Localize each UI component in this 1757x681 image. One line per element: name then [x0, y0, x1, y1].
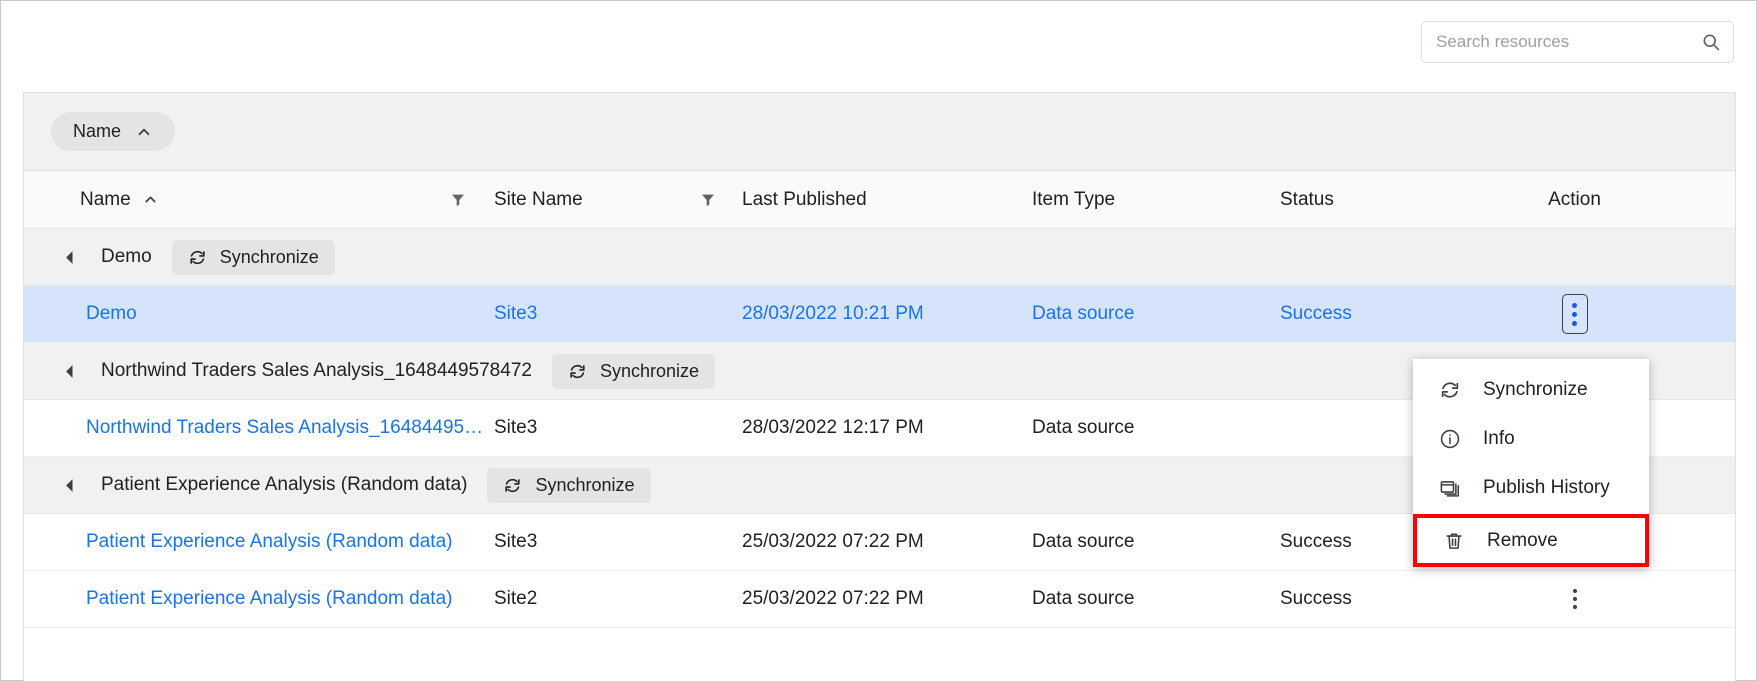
refresh-icon: [505, 478, 521, 492]
column-header-last-published[interactable]: Last Published: [742, 171, 1032, 228]
trash-icon: [1446, 532, 1462, 549]
column-header-action: Action: [1472, 171, 1677, 228]
cell-name[interactable]: Northwind Traders Sales Analysis_1648449…: [24, 400, 494, 456]
windows-stack-icon: [1440, 480, 1460, 497]
search-box[interactable]: [1421, 21, 1734, 63]
column-header-site-name[interactable]: Site Name: [494, 171, 742, 228]
cell-last-published: 25/03/2022 07:22 PM: [742, 531, 924, 552]
filter-icon-name[interactable]: [450, 192, 466, 208]
column-header-action-label: Action: [1548, 188, 1601, 210]
menu-item-label: Remove: [1487, 529, 1558, 551]
menu-item-publish-history[interactable]: Publish History: [1413, 463, 1649, 512]
menu-item-label: Synchronize: [1483, 378, 1588, 400]
cell-last-published: 25/03/2022 07:22 PM: [742, 588, 924, 609]
synchronize-button[interactable]: Synchronize: [487, 467, 651, 503]
column-header-status[interactable]: Status: [1280, 171, 1472, 228]
search-icon[interactable]: [1701, 32, 1721, 52]
synchronize-button-label: Synchronize: [599, 360, 700, 381]
group-row[interactable]: Demo Synchronize: [24, 229, 1735, 286]
cell-action: [1472, 286, 1677, 342]
synchronize-button-label: Synchronize: [535, 474, 635, 495]
menu-item-label: Info: [1483, 427, 1515, 449]
grid-header-row: Name Site Name Last Published Item Type …: [24, 171, 1735, 229]
kebab-dot: [1572, 311, 1577, 317]
synchronize-button-label: Synchronize: [219, 246, 319, 267]
group-by-chip-label: Name: [73, 121, 122, 141]
cell-action: [1472, 571, 1677, 627]
column-header-status-label: Status: [1280, 188, 1334, 210]
cell-site-name: Site3: [494, 531, 538, 552]
kebab-dot: [1572, 597, 1577, 601]
column-header-item-type[interactable]: Item Type: [1032, 171, 1280, 228]
chevron-up-icon[interactable]: [135, 123, 153, 141]
cell-site-name: Site3: [494, 303, 538, 324]
kebab-dot: [1572, 302, 1577, 308]
cell-status: Success: [1280, 588, 1352, 609]
cell-last-published: 28/03/2022 12:17 PM: [742, 417, 924, 438]
cell-item-type: Data source: [1032, 417, 1135, 438]
column-header-name[interactable]: Name: [24, 171, 494, 228]
cell-site-name: Site2: [494, 588, 538, 609]
column-header-site-name-label: Site Name: [494, 188, 583, 210]
cell-status: Success: [1280, 303, 1352, 324]
table-row[interactable]: Patient Experience Analysis (Random data…: [24, 571, 1735, 628]
group-by-bar: Name: [24, 93, 1735, 171]
group-by-chip-name[interactable]: Name: [51, 112, 176, 151]
cell-name[interactable]: Demo: [24, 286, 494, 342]
refresh-icon: [190, 250, 205, 264]
cell-name[interactable]: Patient Experience Analysis (Random data…: [24, 571, 494, 627]
search-input[interactable]: [1436, 32, 1701, 52]
table-row[interactable]: Demo Site3 28/03/2022 10:21 PM Data sour…: [24, 286, 1735, 343]
cell-item-type: Data source: [1032, 531, 1135, 552]
synchronize-button[interactable]: Synchronize: [551, 353, 716, 389]
row-actions-menu-button[interactable]: [1561, 294, 1588, 334]
collapse-triangle-icon[interactable]: [66, 478, 79, 492]
info-circle-icon: [1440, 429, 1460, 448]
kebab-dot: [1572, 589, 1577, 593]
group-title: Patient Experience Analysis (Random data…: [101, 474, 468, 495]
cell-item-type: Data source: [1032, 303, 1135, 324]
refresh-icon: [570, 364, 585, 378]
cell-name[interactable]: Patient Experience Analysis (Random data…: [24, 514, 494, 570]
cell-item-type: Data source: [1032, 588, 1135, 609]
synchronize-button[interactable]: Synchronize: [171, 239, 335, 275]
group-title: Northwind Traders Sales Analysis_1648449…: [101, 360, 532, 381]
refresh-icon: [1441, 381, 1459, 398]
column-header-name-label: Name: [80, 188, 131, 210]
cell-last-published: 28/03/2022 10:21 PM: [742, 303, 924, 324]
menu-item-synchronize[interactable]: Synchronize: [1413, 365, 1649, 414]
kebab-dot: [1572, 605, 1577, 609]
sort-ascending-icon[interactable]: [142, 191, 159, 208]
cell-site-name: Site3: [494, 417, 538, 438]
row-context-menu: Synchronize Info Publish History Remove: [1413, 359, 1649, 567]
column-header-last-published-label: Last Published: [742, 188, 867, 210]
row-actions-menu-button[interactable]: [1562, 579, 1588, 619]
menu-item-label: Publish History: [1483, 476, 1610, 498]
group-title: Demo: [101, 246, 152, 267]
app-window: Name Name: [0, 0, 1757, 681]
collapse-triangle-icon[interactable]: [66, 250, 79, 264]
column-header-item-type-label: Item Type: [1032, 188, 1116, 210]
top-bar: [1, 1, 1756, 89]
collapse-triangle-icon[interactable]: [66, 364, 79, 378]
filter-icon-site-name[interactable]: [700, 192, 716, 208]
menu-item-remove[interactable]: Remove: [1413, 514, 1649, 567]
kebab-dot: [1572, 320, 1577, 326]
menu-item-info[interactable]: Info: [1413, 414, 1649, 463]
